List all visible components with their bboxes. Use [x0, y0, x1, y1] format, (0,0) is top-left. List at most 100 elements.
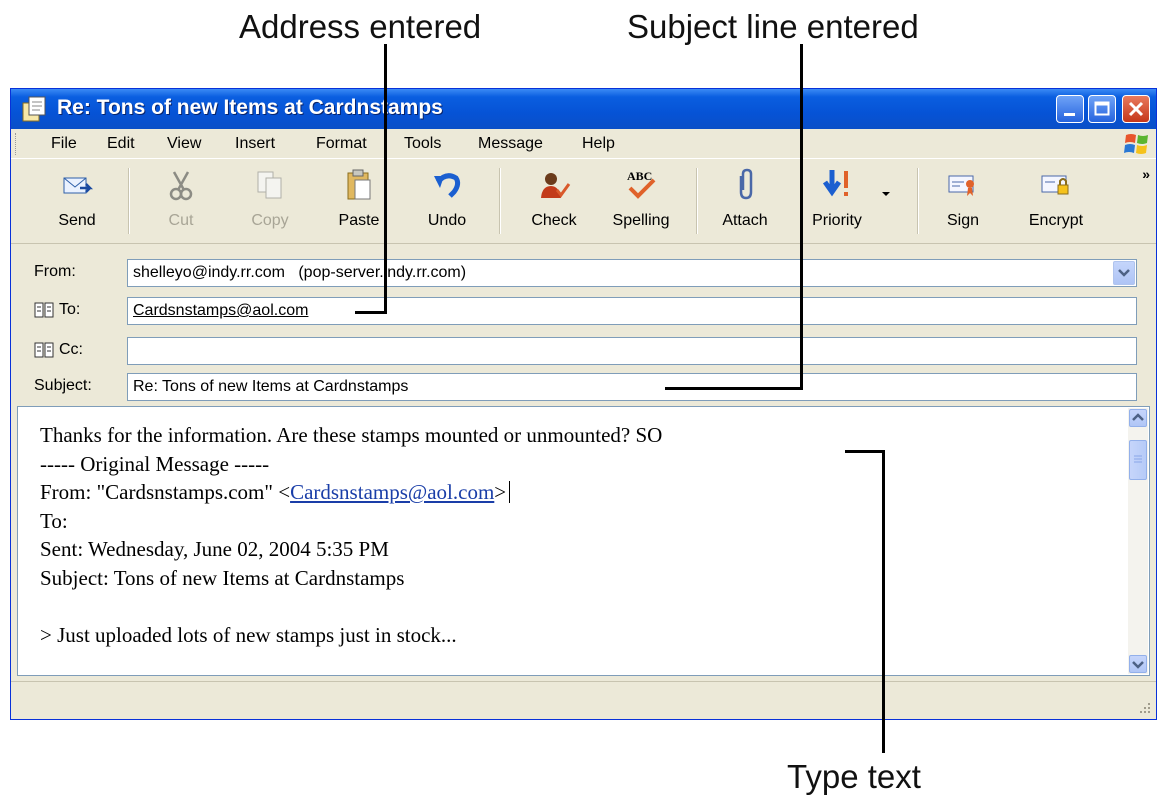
message-line: Sent: Wednesday, June 02, 2004 5:35 PM [40, 537, 389, 562]
minimize-icon [1064, 113, 1075, 116]
toolbar: Send Cut Copy Paste Undo Check ABC Spell… [11, 160, 1156, 244]
menu-bar: File Edit View Insert Format Tools Messa… [11, 129, 1156, 159]
message-line: ----- Original Message ----- [40, 451, 270, 476]
message-line [40, 593, 662, 622]
menu-insert[interactable]: Insert [235, 135, 275, 153]
menu-format[interactable]: Format [316, 135, 367, 153]
menu-tools[interactable]: Tools [404, 135, 441, 153]
encrypt-button[interactable]: Encrypt [1011, 160, 1101, 244]
encrypt-label: Encrypt [1028, 212, 1084, 229]
send-button[interactable]: Send [37, 160, 117, 244]
send-icon [63, 177, 94, 194]
sender-email-link[interactable]: Cardsnstamps@aol.com [290, 480, 494, 504]
scroll-thumb[interactable] [1129, 440, 1147, 480]
address-book-icon[interactable] [34, 342, 54, 358]
paperclip-icon [739, 168, 753, 200]
menu-help[interactable]: Help [582, 135, 615, 153]
menu-file[interactable]: File [51, 135, 77, 153]
subject-field[interactable]: Re: Tons of new Items at Cardnstamps [127, 373, 1137, 401]
maximize-icon [1094, 101, 1110, 116]
compose-message-icon [22, 96, 46, 122]
vertical-scrollbar[interactable] [1128, 408, 1148, 674]
message-body[interactable]: Thanks for the information. Are these st… [17, 406, 1150, 676]
toolbar-overflow-chevron[interactable]: » [1142, 166, 1150, 182]
chevron-down-icon [1132, 661, 1144, 669]
message-line: To: [40, 508, 68, 533]
undo-button[interactable]: Undo [407, 160, 487, 244]
subject-leader-line [800, 44, 803, 390]
maximize-button[interactable] [1088, 95, 1116, 123]
toolbar-separator [696, 168, 698, 234]
address-leader-line [355, 311, 387, 314]
digital-signature-icon [948, 175, 974, 196]
undo-icon [434, 173, 461, 198]
chevron-down-icon [1118, 269, 1130, 277]
sign-label: Sign [946, 212, 980, 229]
menu-grip [15, 133, 18, 155]
from-dropdown-button[interactable] [1113, 261, 1135, 285]
to-label[interactable]: To: [59, 301, 80, 319]
priority-icon [822, 170, 848, 197]
paste-button[interactable]: Paste [319, 160, 399, 244]
spell-check-icon: ABC [627, 169, 656, 199]
subject-label: Subject: [34, 377, 92, 394]
encrypt-lock-icon [1041, 175, 1069, 195]
message-line: Thanks for the information. Are these st… [40, 423, 663, 447]
message-text: Thanks for the information. Are these st… [40, 421, 662, 650]
scroll-up-button[interactable] [1129, 409, 1147, 427]
text-cursor [509, 481, 511, 504]
scissors-icon [169, 171, 193, 201]
attach-button[interactable]: Attach [705, 160, 785, 244]
clipboard-icon [347, 169, 371, 200]
toolbar-separator [917, 168, 919, 234]
original-from-prefix: From: "Cardsnstamps.com" < [40, 480, 291, 505]
paste-label: Paste [338, 212, 380, 229]
type-text-leader-line [845, 450, 885, 453]
original-from-suffix: > [494, 480, 507, 505]
from-label: From: [34, 263, 76, 280]
check-names-button[interactable]: Check [514, 160, 594, 244]
menu-edit[interactable]: Edit [107, 135, 135, 153]
send-label: Send [58, 212, 96, 229]
menu-view[interactable]: View [167, 135, 201, 153]
spelling-button[interactable]: ABC Spelling [601, 160, 681, 244]
check-names-icon [541, 173, 571, 198]
svg-text:ABC: ABC [627, 169, 652, 183]
copy-label: Copy [251, 212, 289, 229]
priority-button[interactable]: Priority [797, 160, 891, 244]
sign-button[interactable]: Sign [923, 160, 1003, 244]
grip-lines-icon [1134, 455, 1142, 463]
to-recipient[interactable]: Cardsnstamps@aol.com [133, 302, 308, 319]
resize-grip-icon[interactable] [1138, 701, 1152, 715]
close-button[interactable] [1122, 95, 1150, 123]
callout-address-entered: Address entered [239, 8, 482, 45]
copy-button[interactable]: Copy [230, 160, 310, 244]
address-leader-line [384, 44, 387, 313]
original-from-line: From: "Cardsnstamps.com" <Cardsnstamps@a… [40, 478, 662, 507]
cut-button[interactable]: Cut [141, 160, 221, 244]
cc-label[interactable]: Cc: [59, 341, 83, 359]
type-text-leader-line [882, 450, 885, 753]
to-field[interactable]: Cardsnstamps@aol.com [127, 297, 1137, 325]
compose-window: Re: Tons of new Items at Cardnstamps Fil… [10, 88, 1157, 720]
toolbar-separator [128, 168, 130, 234]
spelling-label: Spelling [612, 212, 670, 229]
attach-label: Attach [722, 212, 768, 229]
windows-logo-icon [1124, 134, 1148, 154]
undo-label: Undo [427, 212, 467, 229]
cc-field[interactable] [127, 337, 1137, 365]
cut-label: Cut [168, 212, 194, 229]
from-account-select[interactable]: shelleyo@indy.rr.com (pop-server.indy.rr… [127, 259, 1137, 287]
minimize-button[interactable] [1056, 95, 1084, 123]
message-line: Subject: Tons of new Items at Cardnstamp… [40, 565, 405, 590]
toolbar-separator [499, 168, 501, 234]
scroll-down-button[interactable] [1129, 655, 1147, 673]
title-bar[interactable]: Re: Tons of new Items at Cardnstamps [11, 89, 1156, 129]
subject-value: Re: Tons of new Items at Cardnstamps [133, 378, 409, 395]
menu-message[interactable]: Message [478, 135, 543, 153]
address-book-icon[interactable] [34, 302, 54, 318]
check-names-label: Check [531, 212, 577, 229]
close-icon [1128, 101, 1144, 117]
message-line: > Just uploaded lots of new stamps just … [40, 623, 457, 648]
dropdown-arrow-icon[interactable] [881, 188, 891, 198]
